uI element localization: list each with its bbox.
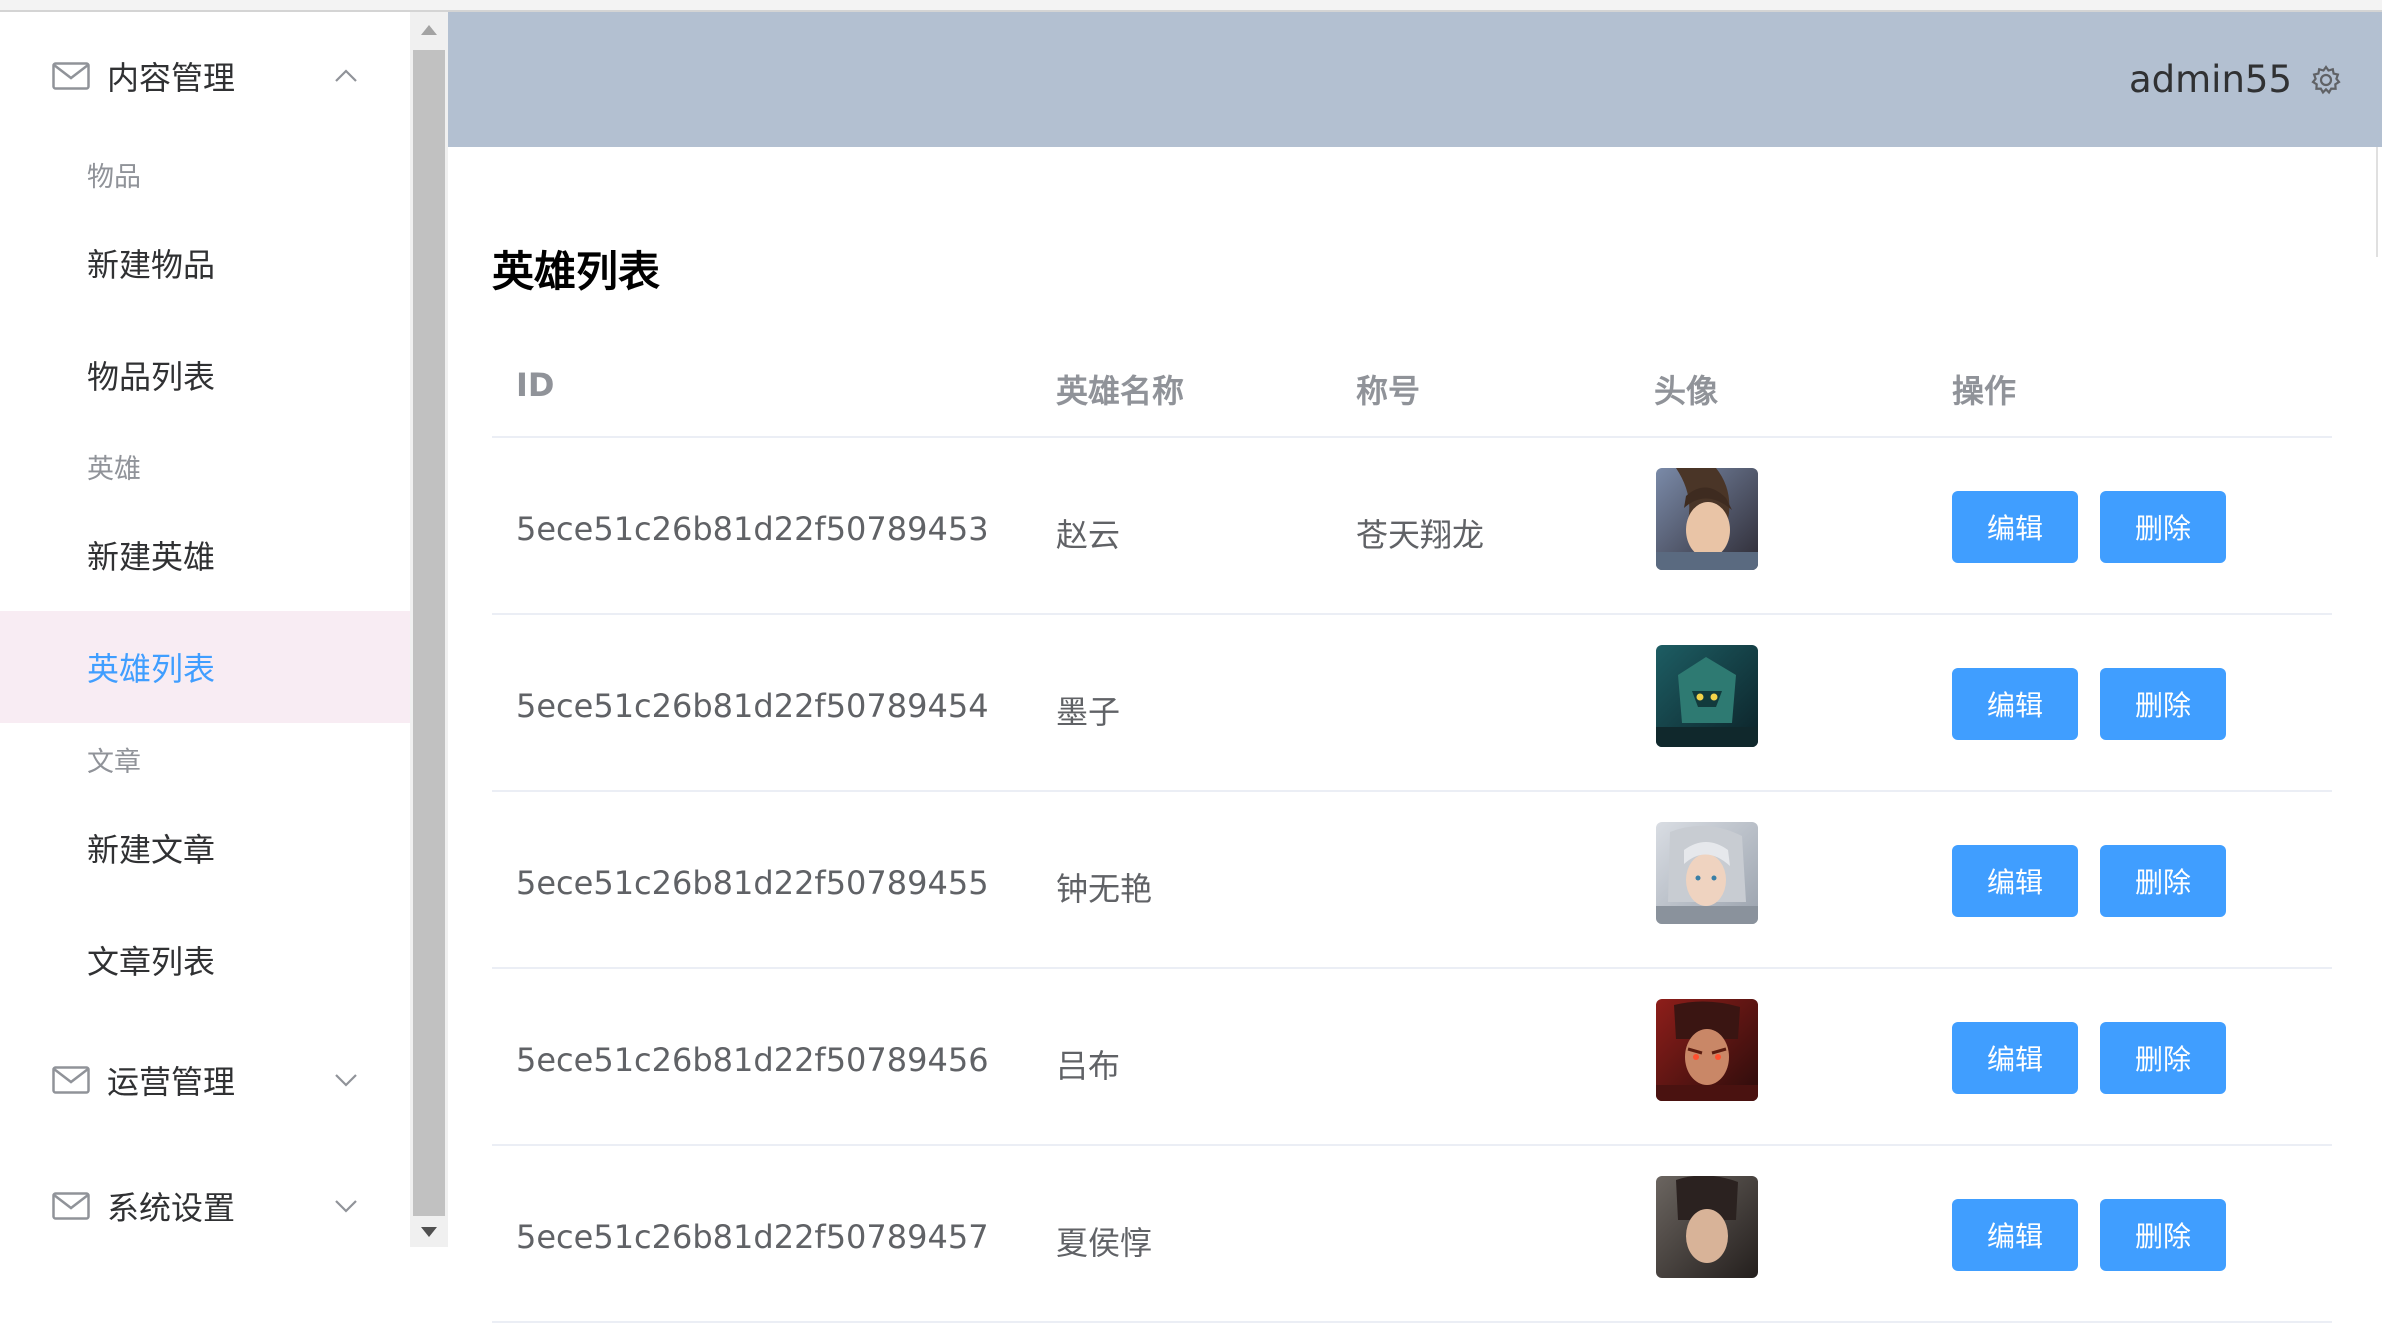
table-header: ID 英雄名称 称号 头像 操作 bbox=[492, 328, 2332, 438]
gear-icon[interactable] bbox=[2310, 64, 2342, 96]
edit-button[interactable]: 编辑 bbox=[1952, 491, 2078, 563]
edit-button[interactable]: 编辑 bbox=[1952, 1199, 2078, 1271]
cell-name: 夏侯惇 bbox=[1056, 1224, 1153, 1262]
group-label-heroes: 英雄 bbox=[87, 454, 141, 485]
cell-title: 苍天翔龙 bbox=[1356, 516, 1485, 554]
cell-id: 5ece51c26b81d22f50789453 bbox=[516, 510, 989, 548]
edit-button[interactable]: 编辑 bbox=[1952, 668, 2078, 740]
group-label-items: 物品 bbox=[87, 162, 141, 193]
edit-button[interactable]: 编辑 bbox=[1952, 1022, 2078, 1094]
hero-avatar-image bbox=[1656, 645, 1758, 747]
submenu-operations[interactable]: 运营管理 bbox=[0, 1030, 410, 1130]
delete-button[interactable]: 删除 bbox=[2100, 845, 2226, 917]
menu-item-article-list[interactable]: 文章列表 bbox=[0, 904, 410, 1016]
mail-icon bbox=[52, 1066, 90, 1094]
mail-icon bbox=[52, 62, 90, 90]
submenu-title: 运营管理 bbox=[107, 1063, 236, 1101]
hero-avatar bbox=[1656, 645, 1758, 747]
column-header-id: ID bbox=[516, 366, 555, 404]
page-title: 英雄列表 bbox=[492, 247, 661, 296]
triangle-up-icon bbox=[421, 25, 437, 35]
chevron-down-icon bbox=[335, 1200, 357, 1213]
content-edge bbox=[2376, 147, 2378, 257]
hero-avatar bbox=[1656, 468, 1758, 570]
scroll-up-arrow[interactable] bbox=[410, 12, 448, 48]
triangle-down-icon bbox=[421, 1227, 437, 1237]
cell-id: 5ece51c26b81d22f50789455 bbox=[516, 864, 989, 902]
column-header-title: 称号 bbox=[1356, 372, 1421, 410]
top-header: admin55 bbox=[448, 12, 2382, 147]
table-row: 5ece51c26b81d22f50789456 吕布 编辑 删除 bbox=[492, 969, 2332, 1146]
group-label-articles: 文章 bbox=[87, 747, 141, 778]
chevron-down-icon bbox=[335, 1074, 357, 1087]
sidebar-scrollbar[interactable] bbox=[410, 12, 448, 1247]
table-row: 5ece51c26b81d22f50789454 墨子 编辑 删除 bbox=[492, 615, 2332, 792]
cell-id: 5ece51c26b81d22f50789454 bbox=[516, 687, 989, 725]
scroll-down-arrow[interactable] bbox=[410, 1217, 448, 1247]
column-header-actions: 操作 bbox=[1952, 372, 2017, 410]
column-header-avatar: 头像 bbox=[1654, 372, 1719, 410]
submenu-system-settings[interactable]: 系统设置 bbox=[0, 1156, 410, 1247]
table-row: 5ece51c26b81d22f50789455 钟无艳 编辑 删除 bbox=[492, 792, 2332, 969]
cell-name: 墨子 bbox=[1056, 693, 1121, 731]
menu-item-hero-list[interactable]: 英雄列表 bbox=[0, 611, 410, 723]
cell-name: 钟无艳 bbox=[1056, 870, 1153, 908]
menu-item-new-article[interactable]: 新建文章 bbox=[0, 792, 410, 904]
menu-item-new-hero[interactable]: 新建英雄 bbox=[0, 499, 410, 611]
submenu-title: 内容管理 bbox=[107, 59, 236, 97]
table-row: 5ece51c26b81d22f50789453 赵云 苍天翔龙 编辑 删除 bbox=[492, 438, 2332, 615]
hero-avatar bbox=[1656, 1176, 1758, 1278]
table-row: 5ece51c26b81d22f50789457 夏侯惇 编辑 删除 bbox=[492, 1146, 2332, 1323]
chevron-up-icon bbox=[335, 69, 357, 82]
menu-item-item-list[interactable]: 物品列表 bbox=[0, 319, 410, 431]
delete-button[interactable]: 删除 bbox=[2100, 668, 2226, 740]
hero-avatar-image bbox=[1656, 822, 1758, 924]
submenu-content-management[interactable]: 内容管理 bbox=[0, 26, 410, 126]
hero-avatar bbox=[1656, 999, 1758, 1101]
edit-button[interactable]: 编辑 bbox=[1952, 845, 2078, 917]
column-header-name: 英雄名称 bbox=[1056, 372, 1185, 410]
submenu-title: 系统设置 bbox=[107, 1189, 236, 1227]
hero-avatar bbox=[1656, 822, 1758, 924]
sidebar-menu: 内容管理 物品 新建物品 物品列表 英雄 新建英雄 英雄列表 文章 新建文章 文… bbox=[0, 12, 410, 1247]
scroll-thumb[interactable] bbox=[413, 50, 445, 1216]
delete-button[interactable]: 删除 bbox=[2100, 491, 2226, 563]
delete-button[interactable]: 删除 bbox=[2100, 1022, 2226, 1094]
cell-id: 5ece51c26b81d22f50789456 bbox=[516, 1041, 989, 1079]
hero-avatar-image bbox=[1656, 999, 1758, 1101]
cell-id: 5ece51c26b81d22f50789457 bbox=[516, 1218, 989, 1256]
username[interactable]: admin55 bbox=[2129, 58, 2292, 101]
hero-table: ID 英雄名称 称号 头像 操作 5ece51c26b81d22f5078945… bbox=[492, 328, 2332, 1323]
menu-item-new-item[interactable]: 新建物品 bbox=[0, 207, 410, 319]
hero-avatar-image bbox=[1656, 468, 1758, 570]
hero-avatar-image bbox=[1656, 1176, 1758, 1278]
delete-button[interactable]: 删除 bbox=[2100, 1199, 2226, 1271]
cell-name: 吕布 bbox=[1056, 1047, 1121, 1085]
cell-name: 赵云 bbox=[1056, 516, 1121, 554]
window-top-edge bbox=[0, 0, 2382, 12]
mail-icon bbox=[52, 1192, 90, 1220]
